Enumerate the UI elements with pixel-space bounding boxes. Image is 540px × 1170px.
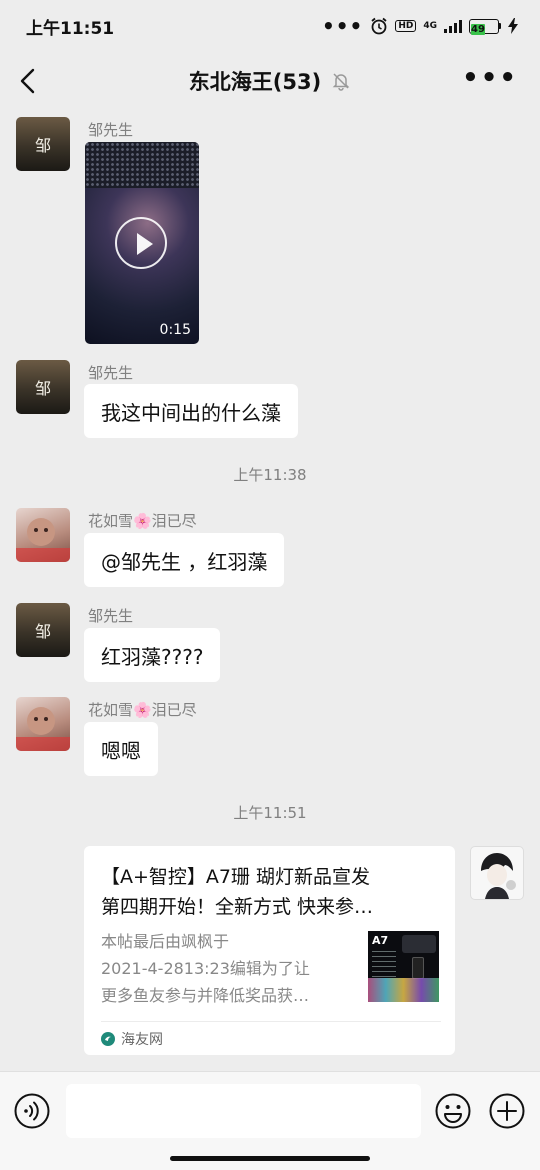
play-icon[interactable] <box>115 217 167 269</box>
bell-muted-icon <box>332 73 350 91</box>
emoji-icon[interactable] <box>435 1093 471 1129</box>
link-card-thumbnail: A7 <box>368 931 439 1002</box>
link-card-title-line: 【A+智控】A7珊 瑚灯新品宣发 <box>101 866 371 888</box>
more-icon[interactable]: ••• <box>462 65 518 91</box>
avatar-text: 邹 <box>34 136 51 155</box>
link-card-desc-line: 本帖最后由飒枫于 <box>101 932 230 951</box>
link-card-desc-line: 2021-4-2813:23编辑为了让 <box>101 959 310 978</box>
status-time: 上午11:51 <box>26 18 115 39</box>
hd-badge: HD <box>395 20 417 32</box>
avatar-image <box>16 707 70 751</box>
sender-name: 邹先生 <box>88 607 134 625</box>
plus-icon[interactable] <box>489 1093 525 1129</box>
avatar[interactable]: 邹 <box>16 603 70 657</box>
message-input[interactable] <box>66 1084 421 1138</box>
message-bubble[interactable]: 我这中间出的什么藻 <box>84 384 298 438</box>
thumbnail-text: A7 <box>372 934 389 947</box>
alarm-icon <box>371 17 387 35</box>
video-message[interactable]: 0:15 <box>85 142 199 344</box>
chat-header: 东北海王(53) ••• <box>0 52 540 110</box>
sender-name: 邹先生 <box>88 364 134 382</box>
message-bubble[interactable]: @邹先生 ，红羽藻 <box>84 533 285 587</box>
divider <box>101 1021 441 1022</box>
avatar-image <box>16 518 70 562</box>
battery-icon: 49 <box>469 18 501 35</box>
link-card-description: 本帖最后由飒枫于 2021-4-2813:23编辑为了让 更多鱼友参与并降低奖品… <box>101 928 351 1009</box>
signal-icon <box>444 19 462 33</box>
charging-icon <box>508 18 518 34</box>
link-card-title-line: 第四期开始！全新方式 快来参… <box>101 896 374 918</box>
video-thumbnail <box>85 142 199 188</box>
avatar[interactable]: 邹 <box>16 360 70 414</box>
avatar-text: 邹 <box>34 379 51 398</box>
video-duration: 0:15 <box>159 322 191 338</box>
link-card-source-name: 海友网 <box>121 1032 163 1048</box>
battery-level: 49 <box>471 23 485 35</box>
group-name: 东北海王(53) <box>188 70 322 94</box>
notification-dots-icon: ••• <box>321 14 364 38</box>
link-card[interactable]: 【A+智控】A7珊 瑚灯新品宣发 第四期开始！全新方式 快来参… 本帖最后由飒枫… <box>84 846 455 1055</box>
link-card-source: 海友网 <box>101 1029 163 1049</box>
avatar[interactable] <box>16 697 70 751</box>
avatar[interactable] <box>16 508 70 562</box>
message-bubble[interactable]: 嗯嗯 <box>84 722 158 776</box>
link-card-desc-line: 更多鱼友参与并降低奖品获… <box>101 986 310 1005</box>
avatar-image <box>481 853 516 899</box>
link-card-title: 【A+智控】A7珊 瑚灯新品宣发 第四期开始！全新方式 快来参… <box>101 862 441 922</box>
status-icons: ••• HD 4G 49 <box>321 14 518 38</box>
status-bar: 上午11:51 ••• HD 4G 49 <box>0 0 540 52</box>
network-label: 4G <box>423 21 437 31</box>
sender-name: 花如雪🌸泪已尽 <box>88 512 197 530</box>
avatar-text: 邹 <box>34 622 51 641</box>
chat-title: 东北海王(53) <box>189 66 351 96</box>
back-arrow-icon[interactable] <box>14 64 44 98</box>
haiyou-logo-icon <box>101 1032 115 1046</box>
message-bubble[interactable]: 红羽藻???? <box>84 628 221 682</box>
sender-name: 邹先生 <box>88 121 134 139</box>
message-timestamp: 上午11:38 <box>233 466 307 484</box>
home-indicator[interactable] <box>170 1156 370 1161</box>
sender-name: 花如雪🌸泪已尽 <box>88 701 197 719</box>
message-timestamp: 上午11:51 <box>233 804 307 822</box>
avatar[interactable]: 邹 <box>16 117 70 171</box>
avatar-self[interactable] <box>470 846 524 900</box>
voice-icon[interactable] <box>14 1093 50 1129</box>
